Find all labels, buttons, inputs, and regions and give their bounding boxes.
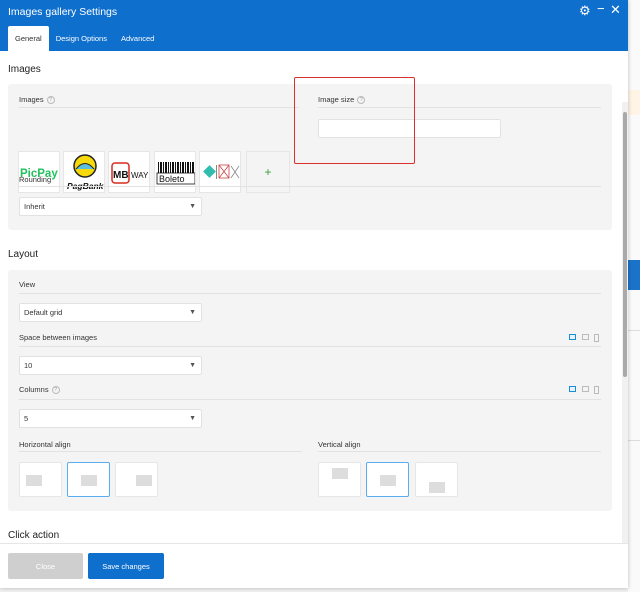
minimize-icon[interactable]: − bbox=[597, 2, 605, 15]
chevron-down-icon: ▼ bbox=[189, 415, 196, 422]
section-title-layout: Layout bbox=[8, 249, 39, 260]
align-preview bbox=[332, 468, 348, 479]
close-icon[interactable]: ✕ bbox=[610, 3, 621, 16]
chevron-down-icon: ▼ bbox=[189, 203, 196, 210]
divider bbox=[19, 399, 601, 400]
columns-label-text: Columns bbox=[19, 385, 49, 394]
background-strip bbox=[628, 90, 640, 115]
align-preview bbox=[26, 475, 42, 486]
halign-right-option[interactable] bbox=[115, 462, 158, 497]
rounding-label: Rounding bbox=[19, 175, 52, 184]
svg-text:Boleto: Boleto bbox=[159, 174, 185, 184]
tab-advanced[interactable]: Advanced bbox=[114, 26, 161, 51]
divider bbox=[19, 186, 601, 187]
settings-modal: Images gallery Settings ⚙ − ✕ General De… bbox=[0, 0, 628, 588]
background-strip bbox=[628, 260, 640, 290]
device-switcher bbox=[569, 334, 603, 342]
info-icon[interactable]: ? bbox=[51, 386, 60, 395]
desktop-icon[interactable] bbox=[569, 386, 576, 392]
tab-bar: General Design Options Advanced bbox=[8, 26, 161, 51]
tablet-icon[interactable] bbox=[582, 334, 589, 340]
vertical-align-label: Vertical align bbox=[318, 440, 361, 449]
view-value: Default grid bbox=[24, 308, 63, 317]
divider bbox=[318, 451, 601, 452]
space-select[interactable]: 10 ▼ bbox=[19, 356, 202, 375]
view-label: View bbox=[19, 280, 36, 289]
images-label: Images? bbox=[19, 95, 55, 105]
valign-center-option[interactable] bbox=[366, 462, 409, 497]
desktop-icon[interactable] bbox=[569, 334, 576, 340]
svg-text:MB: MB bbox=[113, 170, 129, 181]
rounding-value: Inherit bbox=[24, 202, 45, 211]
chevron-down-icon: ▼ bbox=[189, 362, 196, 369]
window-title: Images gallery Settings bbox=[8, 6, 118, 18]
image-size-highlight bbox=[294, 77, 415, 164]
chevron-down-icon: ▼ bbox=[189, 309, 196, 316]
tablet-icon[interactable] bbox=[582, 386, 589, 392]
tab-general[interactable]: General bbox=[8, 26, 49, 51]
rounding-select[interactable]: Inherit ▼ bbox=[19, 197, 202, 216]
title-bar: Images gallery Settings ⚙ − ✕ General De… bbox=[0, 0, 628, 51]
mobile-icon[interactable] bbox=[594, 334, 599, 342]
info-icon[interactable]: ? bbox=[46, 96, 55, 105]
halign-center-option[interactable] bbox=[67, 462, 110, 497]
layout-panel: View Default grid ▼ Space between images… bbox=[8, 270, 612, 511]
background-divider bbox=[628, 440, 640, 441]
align-preview bbox=[81, 475, 97, 486]
section-title-click-action: Click action bbox=[8, 530, 60, 541]
save-changes-button[interactable]: Save changes bbox=[88, 553, 164, 579]
view-select[interactable]: Default grid ▼ bbox=[19, 303, 202, 322]
svg-text:WAY: WAY bbox=[131, 171, 149, 180]
mobile-icon[interactable] bbox=[594, 386, 599, 394]
columns-value: 5 bbox=[24, 414, 29, 423]
align-preview bbox=[380, 475, 396, 486]
divider bbox=[19, 293, 601, 294]
divider bbox=[19, 451, 302, 452]
halign-left-option[interactable] bbox=[19, 462, 62, 497]
scrollbar-thumb[interactable] bbox=[623, 112, 627, 377]
scrollbar[interactable] bbox=[622, 102, 628, 543]
modal-footer: Close Save changes bbox=[0, 543, 628, 588]
tab-design-options[interactable]: Design Options bbox=[49, 26, 114, 51]
align-preview bbox=[429, 482, 445, 493]
columns-select[interactable]: 5 ▼ bbox=[19, 409, 202, 428]
horizontal-align-label: Horizontal align bbox=[19, 440, 71, 449]
divider bbox=[19, 107, 299, 108]
section-title-images: Images bbox=[8, 64, 41, 75]
device-switcher bbox=[569, 386, 603, 394]
divider bbox=[19, 346, 601, 347]
close-button[interactable]: Close bbox=[8, 553, 83, 579]
background-divider bbox=[628, 330, 640, 331]
space-label: Space between images bbox=[19, 333, 97, 342]
align-preview bbox=[136, 475, 152, 486]
space-value: 10 bbox=[24, 361, 33, 370]
valign-top-option[interactable] bbox=[318, 462, 361, 497]
background-page bbox=[628, 0, 640, 592]
columns-label: Columns? bbox=[19, 385, 60, 395]
valign-bottom-option[interactable] bbox=[415, 462, 458, 497]
images-label-text: Images bbox=[19, 95, 44, 104]
gear-icon[interactable]: ⚙ bbox=[579, 4, 591, 17]
